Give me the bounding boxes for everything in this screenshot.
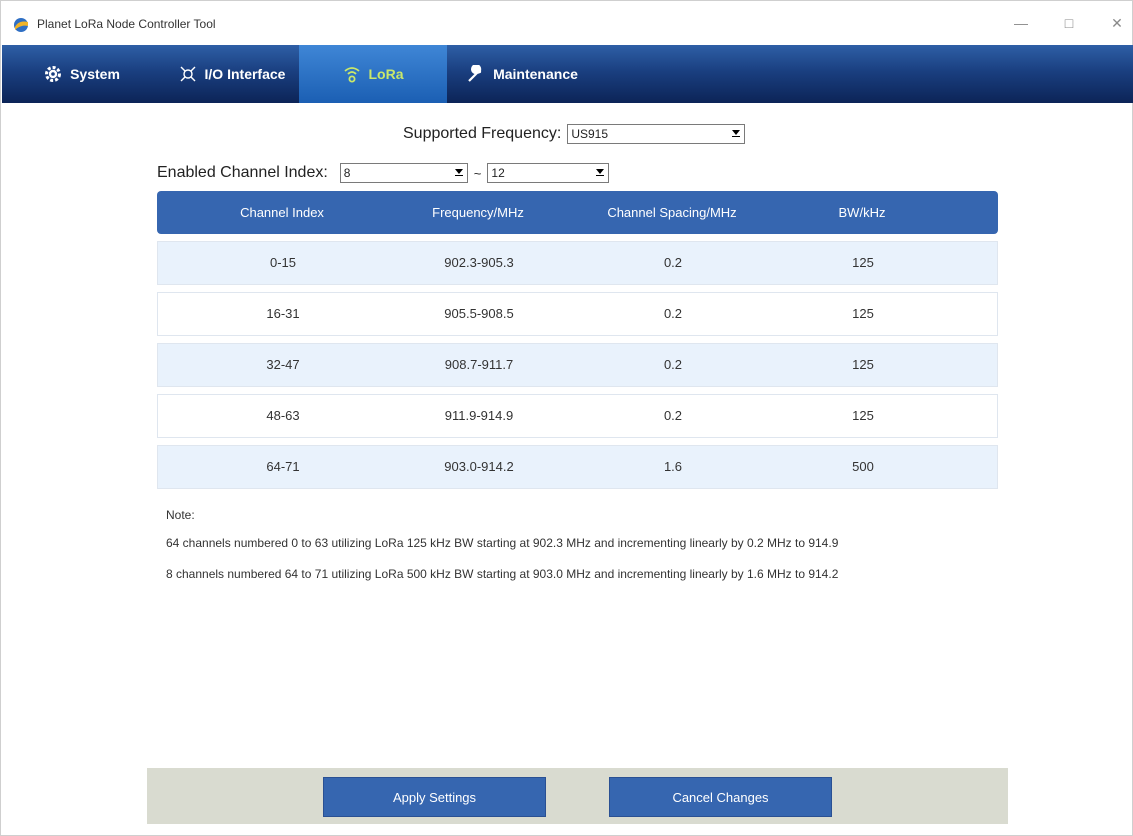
action-bar: Apply Settings Cancel Changes — [147, 768, 1008, 824]
cell-channel-spacing: 0.2 — [663, 306, 683, 321]
channel-start-value: 8 — [343, 166, 351, 180]
cell-channel-spacing: 1.6 — [663, 459, 683, 474]
app-window: Planet LoRa Node Controller Tool — □ ✕ S… — [0, 0, 1133, 836]
channel-end-select[interactable]: 12 — [487, 163, 610, 183]
supported-frequency-row: Supported Frequency: US915 — [403, 123, 746, 145]
gear-icon — [45, 66, 62, 82]
cell-channel-index: 0-15 — [269, 255, 297, 270]
tab-system-label: System — [70, 66, 120, 82]
cell-bandwidth: 125 — [852, 408, 874, 423]
maximize-icon[interactable]: □ — [1055, 11, 1083, 35]
cell-bandwidth: 125 — [852, 255, 874, 270]
tab-maintenance-label: Maintenance — [493, 66, 578, 82]
header-channel-spacing: Channel Spacing/MHz — [607, 205, 737, 220]
tab-io-interface[interactable]: I/O Interface — [162, 45, 302, 103]
cell-frequency: 908.7-911.7 — [444, 357, 514, 372]
cell-channel-index: 32-47 — [266, 357, 300, 372]
supported-frequency-select[interactable]: US915 — [567, 124, 746, 144]
tab-io-interface-label: I/O Interface — [204, 66, 286, 82]
io-interface-icon — [180, 66, 196, 82]
title-bar: Planet LoRa Node Controller Tool — □ ✕ — [1, 1, 1132, 45]
cell-frequency: 903.0-914.2 — [444, 459, 514, 474]
note-line: 8 channels numbered 64 to 71 utilizing L… — [166, 567, 839, 581]
chevron-down-icon — [596, 169, 605, 176]
header-bandwidth: BW/kHz — [838, 205, 886, 220]
cell-channel-spacing: 0.2 — [663, 408, 683, 423]
main-nav: System I/O Interface LoRa Maintenance — [2, 45, 1133, 103]
channel-index-label: Enabled Channel Index: — [157, 164, 328, 181]
table-row: 48-63 911.9-914.9 0.2 125 — [157, 394, 998, 438]
cell-frequency: 905.5-908.5 — [444, 306, 514, 321]
cell-bandwidth: 125 — [852, 306, 874, 321]
header-frequency: Frequency/MHz — [432, 205, 524, 220]
cell-channel-index: 48-63 — [266, 408, 300, 423]
cell-bandwidth: 125 — [852, 357, 874, 372]
channel-start-select[interactable]: 8 — [339, 163, 468, 183]
cell-channel-index: 16-31 — [266, 306, 300, 321]
cell-channel-spacing: 0.2 — [663, 357, 683, 372]
tab-maintenance[interactable]: Maintenance — [450, 45, 595, 103]
supported-frequency-value: US915 — [571, 127, 609, 141]
chevron-down-icon — [454, 169, 463, 176]
wireless-signal-icon — [343, 67, 360, 83]
wrench-icon — [468, 65, 482, 82]
close-icon[interactable]: ✕ — [1103, 11, 1131, 35]
cell-frequency: 902.3-905.3 — [444, 255, 514, 270]
range-separator: ~ — [473, 165, 482, 181]
cell-frequency: 911.9-914.9 — [444, 408, 514, 423]
channel-index-row: Enabled Channel Index: 8 ~ 12 — [157, 162, 610, 184]
table-row: 64-71 903.0-914.2 1.6 500 — [157, 445, 998, 489]
table-row: 16-31 905.5-908.5 0.2 125 — [157, 292, 998, 336]
apply-settings-button[interactable]: Apply Settings — [323, 777, 546, 817]
minimize-icon[interactable]: — — [1007, 11, 1035, 35]
table-row: 32-47 908.7-911.7 0.2 125 — [157, 343, 998, 387]
cancel-changes-button[interactable]: Cancel Changes — [609, 777, 832, 817]
cell-channel-index: 64-71 — [266, 459, 300, 474]
cell-channel-spacing: 0.2 — [663, 255, 683, 270]
tab-lora[interactable]: LoRa — [299, 45, 447, 103]
window-title: Planet LoRa Node Controller Tool — [37, 17, 216, 31]
chevron-down-icon — [732, 130, 741, 137]
table-header: Channel Index Frequency/MHz Channel Spac… — [157, 191, 998, 234]
note-label: Note: — [166, 508, 195, 522]
supported-frequency-label: Supported Frequency: — [403, 125, 562, 142]
cell-bandwidth: 500 — [852, 459, 874, 474]
planet-logo-icon — [14, 18, 28, 32]
tab-lora-label: LoRa — [368, 66, 404, 82]
table-row: 0-15 902.3-905.3 0.2 125 — [157, 241, 998, 285]
note-line: 64 channels numbered 0 to 63 utilizing L… — [166, 536, 839, 550]
header-channel-index: Channel Index — [240, 205, 324, 220]
channel-end-value: 12 — [491, 166, 505, 180]
tab-system[interactable]: System — [32, 45, 132, 103]
